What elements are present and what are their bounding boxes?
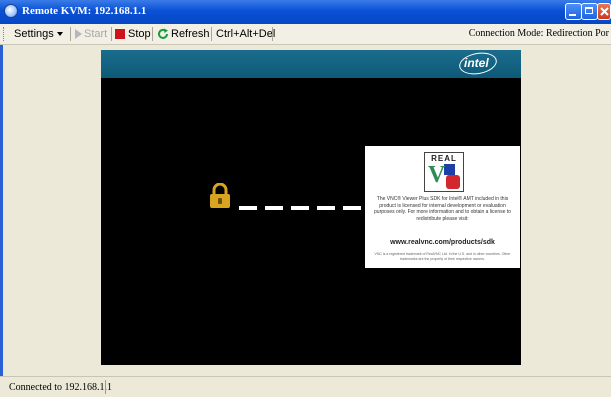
connection-status: Connected to 192.168.1.1	[9, 382, 113, 393]
stop-button[interactable]: Stop	[115, 27, 151, 41]
remote-screen-banner: intel	[101, 49, 521, 78]
settings-label: Settings	[14, 28, 54, 40]
toolbar-separator	[70, 27, 71, 41]
viewer-area: intel REAL V The VNC® Viewer Plus SDK fo…	[0, 45, 611, 376]
stop-icon	[115, 29, 125, 40]
intel-logo: intel	[464, 56, 489, 70]
lock-icon	[210, 183, 230, 208]
realvnc-logo-block	[444, 164, 455, 175]
progress-dash	[239, 206, 257, 210]
vnc-license-url: www.realvnc.com/products/sdk	[390, 239, 495, 246]
progress-dash	[343, 206, 361, 210]
start-button[interactable]: Start	[75, 27, 107, 41]
maximize-button[interactable]	[581, 3, 598, 20]
window-title: Remote KVM: 192.168.1.1	[22, 5, 147, 17]
toolbar-separator	[152, 27, 153, 41]
refresh-label: Refresh	[171, 28, 210, 40]
progress-dash	[291, 206, 309, 210]
vnc-trademark-text: VNC is a registered trademark of RealVNC…	[374, 252, 511, 261]
title-bar: Remote KVM: 192.168.1.1	[0, 0, 611, 24]
close-icon	[600, 7, 609, 16]
progress-dash	[265, 206, 283, 210]
start-label: Start	[84, 28, 108, 40]
connection-mode-label: Connection Mode: Redirection Por	[468, 28, 609, 39]
stop-label: Stop	[128, 28, 151, 40]
close-button[interactable]	[597, 3, 611, 20]
minimize-button[interactable]	[565, 3, 582, 20]
realvnc-logo-v: V	[428, 162, 446, 188]
toolbar-separator	[272, 27, 273, 41]
vnc-license-text: The VNC® Viewer Plus SDK for Intel® AMT …	[374, 196, 511, 222]
status-bar: Connected to 192.168.1.1	[0, 376, 611, 397]
refresh-icon	[158, 28, 168, 39]
toolbar-separator	[111, 27, 112, 41]
toolbar-grip[interactable]	[3, 27, 7, 41]
vnc-license-panel: REAL V The VNC® Viewer Plus SDK for Inte…	[365, 146, 520, 268]
progress-dash	[317, 206, 335, 210]
status-separator	[105, 380, 106, 394]
toolbar: Settings Start Stop Refresh Ctrl+Alt+Del…	[0, 24, 611, 45]
ctrl-alt-del-button[interactable]: Ctrl+Alt+Del	[216, 27, 275, 41]
refresh-button[interactable]: Refresh	[157, 27, 210, 41]
app-icon	[4, 4, 18, 18]
realvnc-logo-block	[446, 175, 460, 189]
realvnc-logo: REAL V	[424, 152, 464, 192]
toolbar-separator	[211, 27, 212, 41]
chevron-down-icon	[56, 32, 63, 37]
remote-screen[interactable]: intel REAL V The VNC® Viewer Plus SDK fo…	[101, 49, 521, 365]
settings-menu[interactable]: Settings	[14, 27, 63, 41]
play-icon	[75, 29, 82, 40]
